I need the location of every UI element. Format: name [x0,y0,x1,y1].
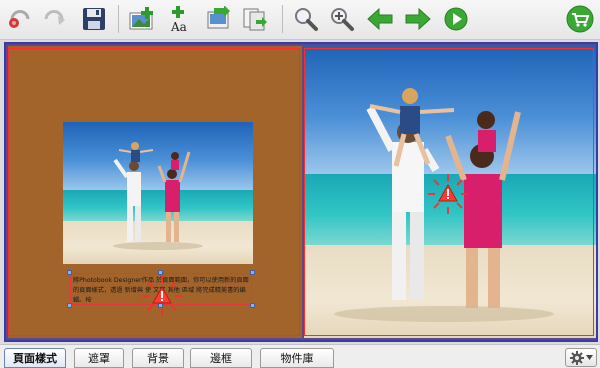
export-pages-icon [243,8,267,31]
left-page-photo[interactable] [63,122,253,264]
resize-handle-top-right[interactable] [250,270,255,275]
redo-icon [44,10,65,25]
cart-button[interactable] [566,5,594,33]
import-icon [207,6,230,29]
tab-mask[interactable]: 遮罩 [74,348,124,368]
previous-page-button[interactable] [366,5,394,33]
tab-frame[interactable]: 邊框 [190,348,252,368]
arrow-right-icon [405,7,431,31]
resize-handle-bottom-left[interactable] [67,303,72,308]
save-button[interactable] [80,5,108,33]
add-text-button[interactable]: Aa [166,5,194,33]
save-icon [83,8,105,30]
import-button[interactable] [204,5,232,33]
play-preview-button[interactable] [442,5,470,33]
shopping-cart-icon [566,5,594,33]
warning-icon[interactable] [426,172,470,216]
bottom-tab-bar: 頁面樣式 遮罩 背景 邊框 物件庫 [0,344,600,368]
left-page[interactable]: 將Photobook Designer作品 於頁面範圍，你可以使用新的頁面的頁面… [8,46,302,338]
right-page[interactable] [304,46,596,338]
zoom-out-button[interactable] [292,5,320,33]
zoom-out-icon [295,8,318,31]
chevron-down-icon [585,355,593,360]
resize-handle-top-left[interactable] [67,270,72,275]
add-text-icon: Aa [170,6,187,33]
tab-background[interactable]: 背景 [132,348,184,368]
add-photo-icon [129,7,153,30]
book-spread: 將Photobook Designer作品 於頁面範圍，你可以使用新的頁面的頁面… [4,42,598,342]
warning-icon[interactable] [140,274,184,318]
settings-menu-button[interactable] [565,348,597,367]
undo-icon [9,10,30,28]
export-pages-button[interactable] [242,5,270,33]
add-photo-button[interactable] [128,5,156,33]
arrow-left-icon [367,7,393,31]
zoom-in-button[interactable] [328,5,356,33]
tab-object-library[interactable]: 物件庫 [260,348,334,368]
gear-icon [569,350,584,365]
svg-text:Aa: Aa [170,20,187,33]
redo-button[interactable] [40,5,68,33]
resize-handle-bottom-right[interactable] [250,303,255,308]
zoom-in-icon [331,8,354,31]
undo-button[interactable] [6,5,34,33]
tab-page-layout[interactable]: 頁面樣式 [4,348,66,368]
next-page-button[interactable] [404,5,432,33]
editor-canvas: 將Photobook Designer作品 於頁面範圍，你可以使用新的頁面的頁面… [0,40,600,344]
play-icon [444,7,468,31]
main-toolbar: Aa [0,0,600,40]
